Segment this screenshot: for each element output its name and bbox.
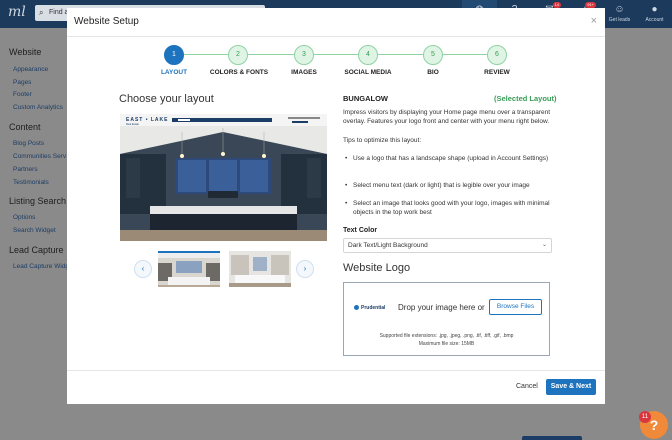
step-1-layout[interactable]: 1 (164, 45, 184, 65)
sidebar-item-search-widget[interactable]: Search Widget (13, 227, 56, 234)
sidebar-item-options[interactable]: Options (13, 214, 35, 221)
logo-dropzone[interactable]: Prudential Drop your image here or Brows… (343, 282, 550, 356)
sidebar-item-lead-capture-widget[interactable]: Lead Capture Widg (13, 263, 69, 270)
selected-layout-label: (Selected Layout) (494, 94, 557, 103)
step-connector (378, 54, 424, 55)
save-next-button[interactable]: Save & Next (546, 379, 596, 395)
sidebar-heading-lead-capture: Lead Capture (9, 245, 64, 255)
text-color-select[interactable]: Dark Text/Light Background ⌄ (343, 238, 552, 253)
logo-mark-icon (354, 305, 359, 311)
chevron-down-icon: ⌄ (541, 242, 547, 248)
sidebar-item-footer[interactable]: Footer (13, 91, 32, 98)
sidebar-heading-website: Website (9, 47, 42, 57)
search-input[interactable]: Find a (49, 9, 68, 16)
users-icon: ☺ (614, 4, 625, 15)
carousel-next-button[interactable]: › (296, 260, 314, 278)
layout-description: Impress visitors by displaying your Home… (343, 109, 551, 125)
step-2-colors-fonts[interactable]: 2 (228, 45, 248, 65)
layout-name: BUNGALOW (343, 94, 388, 103)
step-connector (443, 54, 489, 55)
text-color-value: Dark Text/Light Background (348, 242, 428, 249)
step-label-review: REVIEW (484, 69, 510, 76)
sidebar-item-partners[interactable]: Partners (13, 166, 38, 173)
sidebar: Website Appearance Pages Footer Custom A… (0, 28, 69, 440)
sidebar-heading-listing-search: Listing Search (9, 196, 67, 206)
layout-preview-image: EAST • LAKE Real Estate (120, 114, 327, 241)
step-4-social-media[interactable]: 4 (358, 45, 378, 65)
preview-brand-line2: Real Estate (126, 123, 140, 126)
sidebar-item-testimonials[interactable]: Testimonials (13, 179, 49, 186)
step-6-review[interactable]: 6 (487, 45, 507, 65)
topbar-account[interactable]: ● Account (637, 0, 672, 28)
text-color-label: Text Color (343, 227, 378, 234)
current-logo: Prudential (354, 305, 385, 311)
tip-item: Use a logo that has a landscape shape (u… (345, 154, 553, 163)
topbar-get-leads[interactable]: ☺ Get leads (602, 0, 637, 28)
supported-extensions: Supported file extensions: .jpg, .jpeg, … (379, 333, 514, 339)
get-leads-label: Get leads (608, 17, 631, 23)
sidebar-item-communities[interactable]: Communities Serv (13, 153, 66, 160)
footer-divider (67, 370, 605, 371)
thumbnail-kitchen-2 (229, 251, 291, 287)
browse-files-button[interactable]: Browse Files (489, 299, 542, 315)
drop-instructions: Drop your image here or (398, 303, 485, 312)
account-label: Account (645, 17, 664, 23)
tip-item: Select an image that looks good with you… (345, 199, 553, 217)
search-icon: ⌕ (39, 8, 44, 17)
sidebar-heading-content: Content (9, 122, 41, 132)
step-connector (314, 54, 360, 55)
layout-thumbnail-1[interactable] (158, 251, 220, 287)
sidebar-item-appearance[interactable]: Appearance (13, 66, 48, 73)
header-divider (67, 36, 605, 37)
step-label-colors-fonts: COLORS & FONTS (209, 69, 269, 76)
website-setup-modal: Website Setup × 1 2 3 4 5 6 LAYOUT COLOR… (67, 8, 605, 404)
current-logo-text: Prudential (361, 305, 386, 311)
help-badge: 11 (639, 411, 651, 423)
step-label-bio: BIO (427, 69, 439, 76)
sidebar-item-custom-analytics[interactable]: Custom Analytics (13, 104, 63, 111)
cancel-button[interactable]: Cancel (516, 383, 538, 390)
tips-heading: Tips to optimize this layout: (343, 137, 422, 144)
choose-layout-heading: Choose your layout (119, 93, 214, 105)
modal-title: Website Setup (74, 16, 139, 27)
step-connector (248, 54, 295, 55)
close-icon[interactable]: × (591, 15, 597, 27)
kitchen-preview-illustration: EAST • LAKE Real Estate (120, 114, 327, 241)
website-logo-heading: Website Logo (343, 262, 411, 274)
tip-item: Select menu text (dark or light) that is… (345, 181, 553, 190)
sidebar-item-pages[interactable]: Pages (13, 79, 31, 86)
step-label-layout: LAYOUT (160, 69, 188, 76)
carousel-prev-button[interactable]: ‹ (134, 260, 152, 278)
layout-thumbnail-2[interactable] (229, 251, 291, 287)
background-button (522, 436, 582, 440)
step-label-social-media: SOCIAL MEDIA (344, 69, 392, 76)
step-3-images[interactable]: 3 (294, 45, 314, 65)
step-5-bio[interactable]: 5 (423, 45, 443, 65)
thumbnail-kitchen-1 (158, 253, 220, 287)
app-logo[interactable]: ml (8, 4, 26, 20)
step-label-images: IMAGES (291, 69, 317, 76)
sidebar-item-blog-posts[interactable]: Blog Posts (13, 140, 44, 147)
max-file-size: Maximum file size: 15MB (418, 341, 475, 347)
account-icon: ● (651, 4, 658, 15)
